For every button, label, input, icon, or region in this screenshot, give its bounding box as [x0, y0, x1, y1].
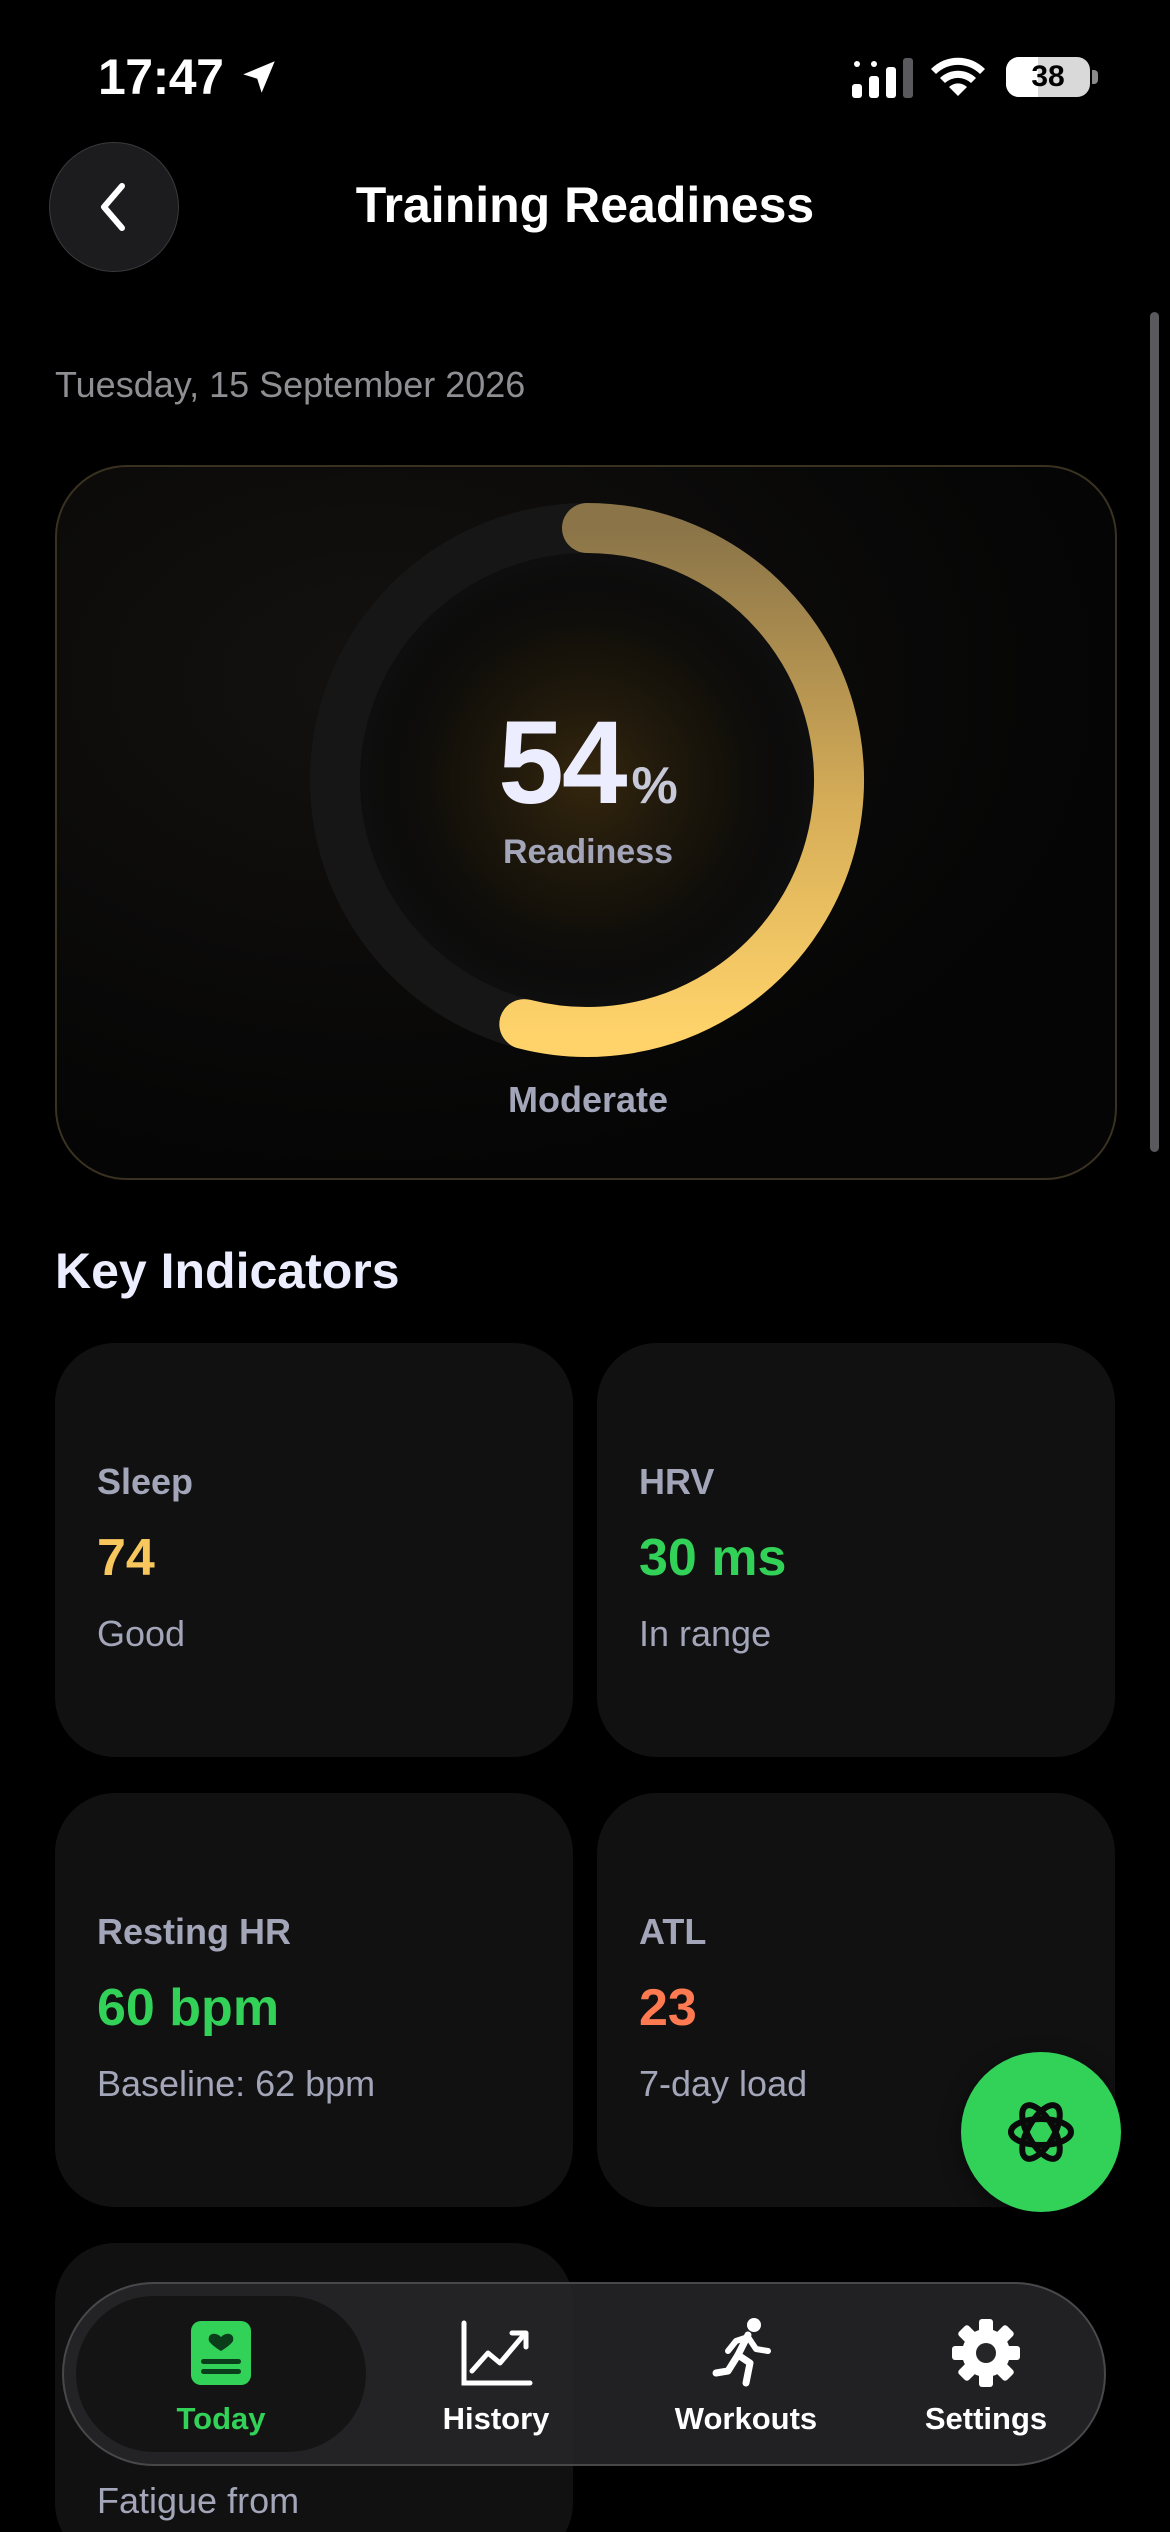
readiness-value: 54 [498, 697, 627, 829]
readiness-score: 54% [57, 695, 1115, 831]
indicator-label: Resting HR [97, 1911, 292, 1952]
indicator-status: In range [639, 1613, 772, 1654]
battery-tip [1092, 70, 1098, 84]
battery-indicator: 38 [1006, 57, 1090, 97]
readiness-card: 54% Readiness Moderate [55, 465, 1117, 1180]
status-bar: 17:47 38 [0, 0, 1170, 150]
readiness-status: Moderate [507, 1079, 669, 1120]
tab-label-history: History [442, 2401, 550, 2436]
indicator-status: Good [97, 1613, 186, 1654]
battery-percentage: 38 [1031, 60, 1065, 93]
indicator-label: Sleep [97, 1461, 194, 1502]
gear-icon [952, 2319, 1020, 2387]
indicator-label: HRV [639, 1461, 715, 1502]
tab-label-settings: Settings [924, 2401, 1048, 2436]
indicator-value: 74 [97, 1529, 155, 1587]
chart-line-icon [461, 2320, 533, 2386]
indicator-card-hrv[interactable]: HRV 30 ms In range [597, 1343, 1115, 1757]
running-figure-icon [712, 2318, 771, 2387]
tab-label-today: Today [176, 2401, 266, 2436]
indicator-label: ATL [639, 1911, 707, 1952]
scroll-indicator[interactable] [1150, 312, 1159, 1152]
heart-card-icon [191, 2321, 251, 2385]
partial-card-status: Fatigue from [97, 2480, 300, 2521]
wifi-icon [931, 57, 985, 96]
readiness-caption: Readiness [502, 833, 674, 871]
tab-workouts[interactable]: Workouts [626, 2284, 866, 2468]
indicator-status: 7-day load [639, 2063, 808, 2104]
readiness-unit: % [631, 757, 678, 815]
tab-history[interactable]: History [376, 2284, 616, 2468]
tab-bar: Today History Workouts Settings [62, 2282, 1106, 2466]
indicator-status: Baseline: 62 bpm [97, 2063, 376, 2104]
indicator-card-resting-hr[interactable]: Resting HR 60 bpm Baseline: 62 bpm [55, 1793, 573, 2207]
date-label: Tuesday, 15 September 2026 [55, 364, 526, 405]
indicator-card-sleep[interactable]: Sleep 74 Good [55, 1343, 573, 1757]
ai-assistant-icon [1008, 2102, 1074, 2162]
indicator-value: 23 [639, 1979, 697, 2037]
tab-label-workouts: Workouts [674, 2401, 818, 2436]
cellular-signal-icon [852, 58, 913, 98]
page-title: Training Readiness [355, 177, 815, 233]
ai-assistant-button[interactable] [961, 2052, 1121, 2212]
key-indicators-heading: Key Indicators [55, 1243, 400, 1299]
tab-today[interactable]: Today [76, 2284, 366, 2468]
indicator-value: 30 ms [639, 1529, 787, 1587]
tab-settings[interactable]: Settings [876, 2284, 1096, 2468]
status-time: 17:47 [98, 49, 224, 105]
location-arrow-icon [243, 61, 275, 93]
indicator-value: 60 bpm [97, 1979, 280, 2037]
